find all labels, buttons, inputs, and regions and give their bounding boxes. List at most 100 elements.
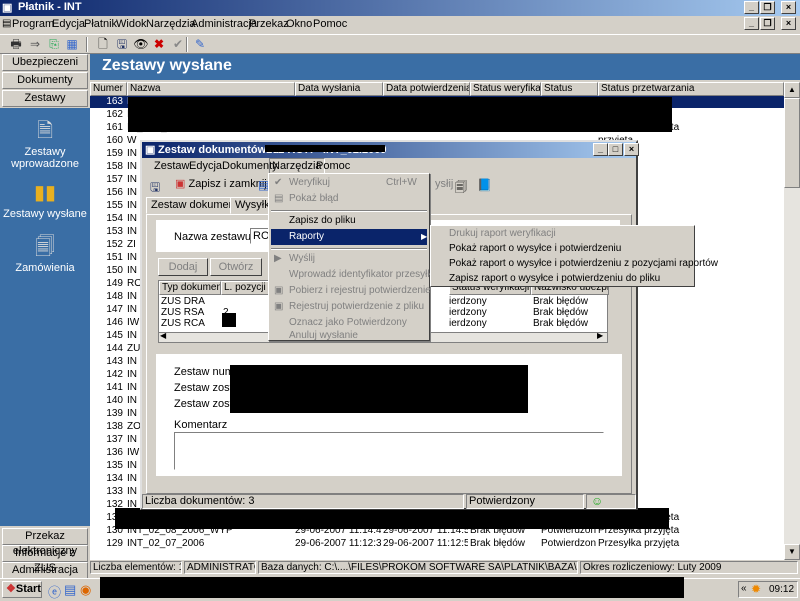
nav-administracja[interactable]: Administracja (2, 562, 88, 579)
expand-tray-icon[interactable]: « (741, 583, 747, 594)
vertical-scrollbar[interactable]: ▲ ▼ (784, 82, 800, 560)
minimize-icon[interactable]: _ (744, 1, 759, 14)
col-data-potwierdzenia[interactable]: Data potwierdzenia (383, 82, 470, 96)
ie-icon[interactable]: ⓔ (48, 582, 61, 601)
menu-widok[interactable]: Widok (116, 18, 147, 30)
nav-zestawy[interactable]: Zestawy (2, 90, 88, 107)
menu-narzedzia[interactable]: Narzędzia (146, 18, 196, 30)
table-cell: 150 (106, 265, 123, 276)
scroll-right-icon[interactable]: ▶ (597, 331, 603, 340)
nav-panel: 🗎 Zestawy wprowadzone ▮▮ Zestawy wysłane… (0, 108, 90, 526)
menu-reports[interactable]: Raporty ▶ (271, 229, 427, 245)
child-minimize-icon[interactable]: _ (744, 17, 759, 30)
menu-program[interactable]: Program (12, 18, 54, 30)
redaction-block (222, 313, 236, 327)
nav-informacje-z-zus[interactable]: Informacje z ZUS (2, 545, 88, 574)
new-icon[interactable]: 🗋 (95, 37, 111, 52)
menu-print-verification[interactable]: Drukuj raport weryfikacji (433, 227, 693, 241)
menu-platnik[interactable]: Płatnik (84, 18, 117, 30)
nav-zestawy-wyslane[interactable]: ▮▮ Zestawy wysłane (0, 180, 90, 220)
print-icon[interactable]: 🖶 (8, 37, 24, 52)
col-nazwa[interactable]: Nazwa (127, 82, 295, 96)
restore-icon[interactable]: ❐ (760, 1, 775, 14)
nav-dokumenty[interactable]: Dokumenty (2, 72, 88, 89)
menu-show-send-report[interactable]: Pokaż raport o wysyłce i potwierdzeniu (433, 242, 693, 256)
close-icon[interactable]: × (781, 1, 796, 14)
sun-icon[interactable]: ✹ (751, 582, 761, 596)
redaction-block (100, 577, 684, 598)
dialog-maximize-icon[interactable]: □ (608, 143, 623, 156)
menu-verify-shortcut: Ctrl+W (386, 177, 417, 188)
menu-edycja[interactable]: Edycja (52, 18, 85, 30)
menu-save-to-file[interactable]: Zapisz do pliku (271, 213, 427, 229)
tools-menu: ✔ Weryfikuj Ctrl+W ▤ Pokaż błąd Zapisz d… (268, 173, 435, 341)
dialog-save-icon[interactable]: 🖫 (150, 178, 160, 199)
document-cell: ZUS RCA (161, 318, 205, 329)
child-restore-icon[interactable]: ❐ (760, 17, 775, 30)
firefox-icon[interactable]: ◉ (80, 582, 91, 598)
view-icon[interactable]: 👁 (133, 37, 149, 52)
desktop-icon[interactable]: ▤ (64, 582, 76, 598)
dialog-status-count: Liczba dokumentów: 3 (142, 494, 464, 509)
menu-show-send-report-positions[interactable]: Pokaż raport o wysyłce i potwierdzeniu z… (433, 257, 718, 271)
comment-textarea[interactable] (174, 432, 604, 470)
status-bar: Liczba elementów: 163 ADMINISTRATOR Baza… (90, 560, 800, 575)
col-status[interactable]: Status (541, 82, 598, 96)
nav-ubezpieczeni[interactable]: Ubezpieczeni (2, 54, 88, 71)
menu-register-confirmation[interactable]: ▣ Rejestruj potwierdzenie z pliku (271, 299, 427, 315)
preview-icon[interactable]: ▦ (64, 37, 80, 52)
menu-show-error[interactable]: ▤ Pokaż błąd (271, 191, 427, 207)
dialog-book-icon[interactable]: 📘 (477, 178, 492, 192)
menu-okno[interactable]: Okno (286, 18, 312, 30)
table-cell: 144 (106, 343, 123, 354)
menu-verify[interactable]: ✔ Weryfikuj Ctrl+W (271, 175, 427, 191)
dialog-minimize-icon[interactable]: _ (593, 143, 608, 156)
doc-col-positions[interactable]: L. pozycji (221, 281, 269, 295)
table-row[interactable]: 129 INT_02_07_2006 29-06-2007 11:12:32 29-0… (90, 538, 784, 550)
col-data-wyslania[interactable]: Data wysłania (295, 82, 383, 96)
nav-zamowienia[interactable]: 🗐 Zamówienia (0, 234, 90, 274)
col-status-weryfikacji[interactable]: Status weryfikacji (470, 82, 541, 96)
menu-cancel-send[interactable]: Anuluj wysłanie (271, 330, 427, 341)
app-title-bar[interactable]: ▣ Płatnik - INT _ ❐ × (0, 0, 800, 16)
start-button[interactable]: ❖Start (2, 581, 42, 598)
child-close-icon[interactable]: × (781, 17, 796, 30)
delete-icon[interactable]: ✖ (151, 37, 167, 52)
menu-pomoc[interactable]: Pomoc (313, 18, 347, 30)
menu-mark-confirmed[interactable]: Oznacz jako Potwierdzony (271, 315, 427, 331)
edit-icon[interactable]: ✎ (192, 37, 208, 52)
import-icon[interactable]: ⇒ (27, 37, 43, 52)
menu-save-send-report[interactable]: Zapisz raport o wysyłce i potwierdzeniu … (433, 272, 693, 286)
dialog-menu-zestaw[interactable]: Zestaw (154, 160, 189, 172)
scroll-thumb[interactable] (784, 98, 800, 188)
save-close-button[interactable]: ▣ Zapisz i zamknij (172, 176, 270, 194)
menu-administracja[interactable]: Administracja (191, 18, 257, 30)
dialog-close-icon[interactable]: × (624, 143, 639, 156)
table-cell: 136 (106, 447, 123, 458)
scroll-down-icon[interactable]: ▼ (784, 544, 800, 560)
smiley-icon: ☺ (591, 494, 604, 508)
doc-icon[interactable]: ▤ (2, 18, 11, 29)
col-status-przetwarzania[interactable]: Status przetwarzania (598, 82, 784, 96)
export-icon[interactable]: ⎘ (46, 37, 62, 52)
check-icon[interactable]: ✔ (170, 37, 186, 52)
dialog-print-icon[interactable]: 🗐 (455, 178, 467, 199)
menu-przekaz[interactable]: Przekaz (249, 18, 289, 30)
dialog-menu-pomoc[interactable]: Pomoc (316, 160, 350, 172)
col-numer[interactable]: Numer (90, 82, 127, 96)
doc-col-type[interactable]: Typ dokumentu (159, 281, 221, 295)
nav-przekaz-elektroniczny[interactable]: Przekaz elektroniczny (2, 528, 88, 557)
scroll-up-icon[interactable]: ▲ (784, 82, 800, 98)
open-button[interactable]: Otwórz (210, 258, 262, 276)
dialog-menu-edycja[interactable]: Edycja (189, 160, 222, 172)
menu-send[interactable]: ▶ Wyślij (271, 251, 427, 267)
menu-enter-id[interactable]: Wprowadź identyfikator przesyłki (271, 267, 435, 283)
table-cell: 149 (106, 278, 123, 289)
menu-fetch-confirmation[interactable]: ▣ Pobierz i rejestruj potwierdzenie (271, 283, 431, 299)
nav-zestawy-wprowadzone[interactable]: 🗎 Zestawy wprowadzone (0, 118, 90, 170)
save-icon[interactable]: 🖫 (114, 37, 130, 52)
menu-reports-label: Raporty (289, 231, 325, 242)
dialog-title-bar[interactable]: ▣ Zestaw dokumentów nr 162 RO7I - INT_02… (142, 142, 639, 158)
add-button[interactable]: Dodaj (158, 258, 208, 276)
scroll-left-icon[interactable]: ◀ (160, 331, 166, 340)
